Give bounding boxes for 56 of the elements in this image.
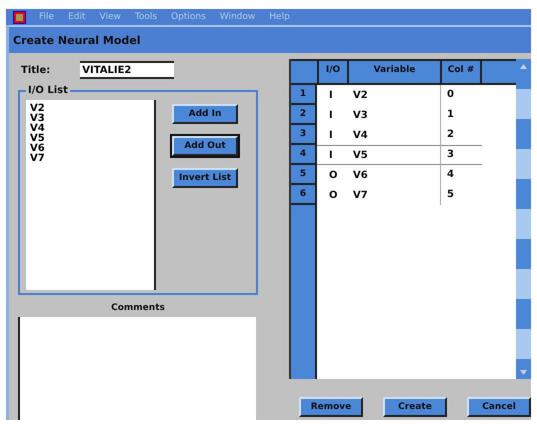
column-header[interactable]: I/O	[319, 61, 349, 83]
title-label: Title:	[21, 64, 50, 76]
row-header[interactable]: 3	[291, 125, 315, 145]
table-cell-text: V4	[352, 130, 369, 140]
scroll-down-icon[interactable]	[520, 370, 527, 374]
scroll-bar[interactable]	[516, 59, 531, 379]
dialog-button[interactable]: Remove	[299, 397, 363, 417]
table-cell: 3	[440, 145, 480, 165]
table-cell: 4	[440, 165, 480, 185]
comments-label: Comments	[110, 303, 166, 313]
table-cell-text: I	[328, 150, 334, 160]
table-cell-text: O	[328, 190, 339, 200]
list-item[interactable]: V6	[30, 144, 150, 154]
table-row[interactable]: I V2 0	[317, 85, 482, 105]
window-title: Create Neural Model	[13, 34, 140, 46]
table-row[interactable]: I V4 2	[317, 125, 482, 145]
table-row[interactable]: O V6 4	[317, 165, 482, 185]
table-cell-text: I	[328, 130, 334, 140]
table-cell-text: O	[328, 170, 339, 180]
title-field[interactable]: VITALIE2	[80, 61, 174, 79]
list-item[interactable]: V3	[30, 114, 150, 124]
dialog-button[interactable]: Create	[383, 397, 447, 417]
row-header[interactable]: 2	[291, 105, 315, 125]
table-cell: 0	[440, 85, 480, 105]
table-cell-text: V7	[352, 190, 369, 200]
list-button[interactable]: Invert List	[172, 168, 238, 188]
column-header[interactable]: Col #	[442, 61, 482, 83]
row-header[interactable]: 4	[291, 145, 315, 165]
table-row[interactable]: O V7 5	[317, 185, 482, 205]
row-header[interactable]: 6	[291, 185, 315, 205]
table-cell: 2	[440, 125, 480, 145]
table-row[interactable]: I V3 1	[317, 105, 482, 125]
app-icon[interactable]	[14, 12, 25, 22]
table-cell: 5	[440, 185, 480, 205]
row-header[interactable]: 1	[291, 85, 315, 105]
table-cell: 1	[440, 105, 480, 125]
list-item[interactable]: V7	[30, 154, 150, 164]
table-row[interactable]: I V5 3	[317, 145, 482, 165]
list-button[interactable]: Add In	[172, 104, 238, 124]
column-header[interactable]: Variable	[349, 61, 442, 83]
variable-list[interactable]: V2 V3 V4 V5 V6 V7	[26, 100, 156, 290]
row-header[interactable]: 5	[291, 165, 315, 185]
table-cell-text: I	[328, 110, 334, 120]
list-button[interactable]: Add Out	[172, 136, 238, 156]
table-cell-text: V2	[352, 90, 369, 100]
list-item[interactable]: V2	[30, 104, 150, 114]
table-cell-text: V3	[352, 110, 369, 120]
list-item[interactable]: V5	[30, 134, 150, 144]
table-cell-text: V6	[352, 170, 369, 180]
dialog-button[interactable]: Cancel	[467, 397, 531, 417]
table-cell-text: I	[328, 90, 334, 100]
group-label: I/O List	[27, 85, 69, 96]
table-cell-text: V5	[352, 150, 369, 160]
scroll-up-icon[interactable]	[520, 64, 527, 68]
comments-field[interactable]	[18, 317, 256, 420]
list-item[interactable]: V4	[30, 124, 150, 134]
